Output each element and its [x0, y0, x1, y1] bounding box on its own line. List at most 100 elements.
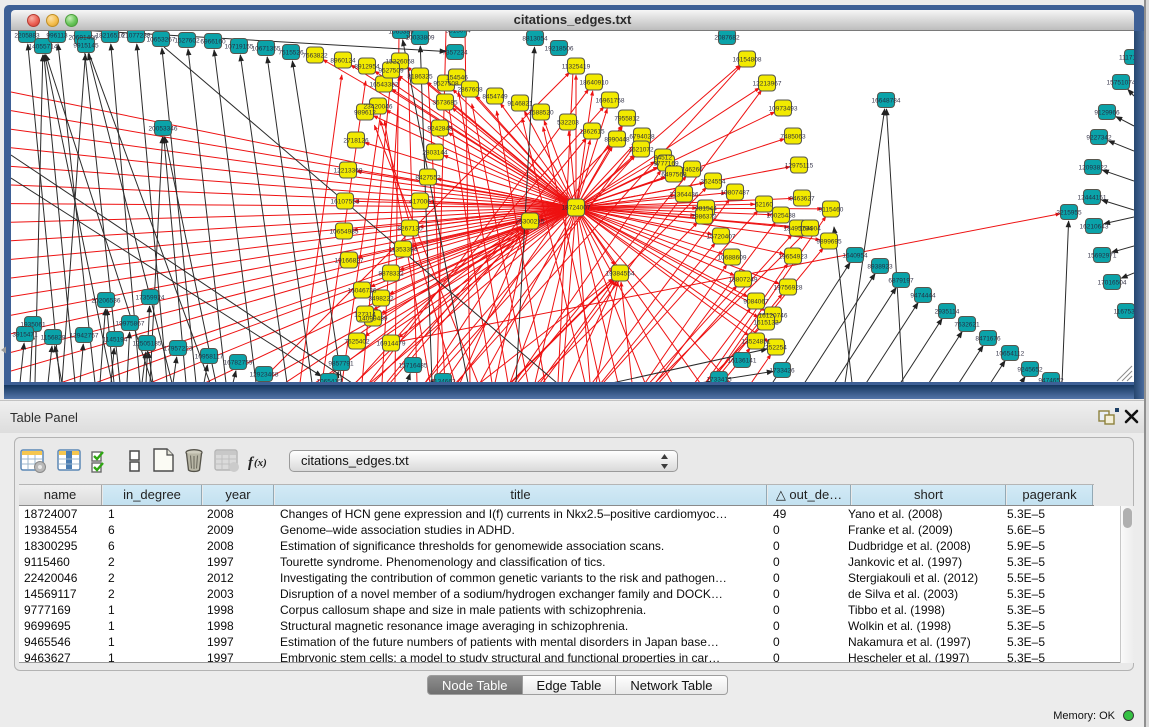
svg-text:252254: 252254 [765, 345, 787, 352]
svg-text:17016504: 17016504 [1098, 280, 1127, 287]
svg-text:7955812: 7955812 [614, 116, 640, 123]
svg-text:7632621: 7632621 [954, 322, 980, 329]
svg-text:2935114: 2935114 [935, 309, 960, 316]
svg-text:12213369: 12213369 [334, 168, 363, 175]
svg-text:1640954: 1640954 [842, 253, 868, 260]
svg-text:154546: 154546 [446, 75, 468, 82]
svg-text:1527602: 1527602 [174, 38, 200, 45]
svg-text:15716485: 15716485 [399, 363, 428, 370]
svg-text:12975115: 12975115 [785, 163, 814, 170]
svg-text:12213967: 12213967 [753, 81, 782, 88]
svg-text:10973493: 10973493 [769, 106, 798, 113]
svg-text:16136141: 16136141 [728, 358, 757, 365]
svg-text:989612: 989612 [354, 110, 376, 117]
svg-text:12444151: 12444151 [1078, 195, 1107, 202]
svg-text:9463627: 9463627 [789, 196, 815, 203]
svg-text:16648784: 16648784 [872, 98, 901, 105]
svg-text:16914479: 16914479 [377, 341, 406, 348]
svg-text:11353394: 11353394 [389, 247, 418, 254]
svg-text:9915145: 9915145 [73, 43, 99, 50]
svg-text:981544: 981544 [695, 206, 717, 213]
svg-text:16107553: 16107553 [331, 199, 360, 206]
svg-text:8267130: 8267130 [397, 226, 423, 233]
svg-text:8471676: 8471676 [975, 336, 1001, 343]
svg-text:15751074: 15751074 [1107, 80, 1134, 87]
svg-text:19654923: 19654923 [779, 254, 808, 261]
svg-text:17957223: 17957223 [164, 346, 193, 353]
svg-text:7485063: 7485063 [780, 134, 806, 141]
svg-text:18724007: 18724007 [562, 205, 591, 212]
svg-text:2205883: 2205883 [14, 33, 40, 40]
svg-text:1615132: 1615132 [753, 320, 779, 327]
svg-text:8990448: 8990448 [604, 137, 630, 144]
svg-text:18807249: 18807249 [729, 277, 758, 284]
svg-text:1156829: 1156829 [41, 335, 66, 342]
svg-text:9857791: 9857791 [328, 361, 354, 368]
svg-text:9777169: 9777169 [653, 161, 679, 168]
svg-text:17359924: 17359924 [136, 295, 165, 302]
svg-text:9146821: 9146821 [507, 101, 533, 108]
svg-text:6879197: 6879197 [888, 278, 914, 285]
svg-text:20691406: 20691406 [69, 35, 98, 42]
svg-text:10025438: 10025438 [767, 213, 796, 220]
svg-text:8186325: 8186325 [407, 74, 433, 81]
svg-text:16782759: 16782759 [224, 360, 253, 367]
svg-text:7663822: 7663822 [302, 53, 328, 60]
svg-text:9242848: 9242848 [427, 126, 453, 133]
svg-text:19975867: 19975867 [116, 321, 145, 328]
svg-text:18216516: 18216516 [96, 33, 125, 40]
svg-text:6497568: 6497568 [661, 172, 687, 179]
svg-text:16120746: 16120746 [759, 313, 788, 320]
svg-text:19166827: 19166827 [335, 258, 364, 265]
svg-text:8813074: 8813074 [445, 31, 471, 35]
svg-text:12942757: 12942757 [70, 333, 99, 340]
svg-text:7625402: 7625402 [344, 339, 370, 346]
svg-text:9527509: 9527509 [378, 68, 404, 75]
svg-text:154904: 154904 [799, 226, 821, 233]
svg-text:10688609: 10688609 [718, 255, 747, 262]
svg-text:10654112: 10654112 [996, 351, 1025, 358]
svg-text:16154808: 16154808 [733, 57, 762, 64]
svg-text:21364436: 21364436 [670, 192, 699, 199]
svg-text:19756928: 19756928 [774, 285, 803, 292]
svg-text:25300215: 25300215 [516, 219, 545, 226]
svg-text:20206536: 20206536 [92, 298, 121, 305]
svg-text:16543382: 16543382 [370, 82, 399, 89]
svg-text:996113: 996113 [46, 33, 68, 40]
svg-text:16961758: 16961758 [596, 98, 625, 105]
svg-text:9474652: 9474652 [1038, 378, 1064, 383]
svg-text:3498222: 3498222 [368, 296, 394, 303]
svg-text:1145194: 1145194 [103, 337, 128, 344]
svg-text:1362615: 1362615 [579, 129, 605, 136]
svg-text:1935061: 1935061 [20, 322, 46, 329]
svg-text:417006: 417006 [409, 199, 431, 206]
svg-text:9899695: 9899695 [816, 239, 842, 246]
svg-text:1167531: 1167531 [1114, 309, 1134, 316]
svg-text:7986372: 7986372 [691, 214, 717, 221]
svg-text:8454749: 8454749 [482, 94, 508, 101]
svg-text:8912954: 8912954 [354, 64, 380, 71]
svg-text:2718126: 2718126 [343, 138, 369, 145]
svg-text:7357224: 7357224 [442, 50, 468, 57]
svg-text:8878332: 8878332 [378, 271, 404, 278]
svg-text:2087682: 2087682 [714, 35, 740, 42]
svg-text:12505185: 12505185 [133, 341, 162, 348]
svg-text:1065415: 1065415 [316, 379, 342, 383]
svg-text:15692971: 15692971 [1088, 253, 1117, 260]
svg-text:9084067: 9084067 [743, 299, 769, 306]
svg-text:1621072: 1621072 [628, 147, 654, 154]
svg-text:6794028: 6794028 [629, 134, 655, 141]
svg-text:3215955: 3215955 [1056, 210, 1082, 217]
svg-text:2803144: 2803144 [422, 150, 448, 157]
svg-text:12923468: 12923468 [250, 372, 279, 379]
svg-text:9115460: 9115460 [819, 207, 844, 214]
svg-text:15720407: 15720407 [707, 234, 736, 241]
svg-text:11325419: 11325419 [562, 64, 591, 71]
svg-text:9227342: 9227342 [1086, 135, 1112, 142]
svg-text:10654985: 10654985 [330, 229, 359, 236]
svg-text:8938923: 8938923 [867, 264, 893, 271]
svg-text:10807487: 10807487 [721, 190, 750, 197]
svg-text:3673685: 3673685 [432, 100, 458, 107]
svg-text:12093822: 12093822 [1079, 165, 1108, 172]
svg-text:8427552: 8427552 [415, 175, 441, 182]
